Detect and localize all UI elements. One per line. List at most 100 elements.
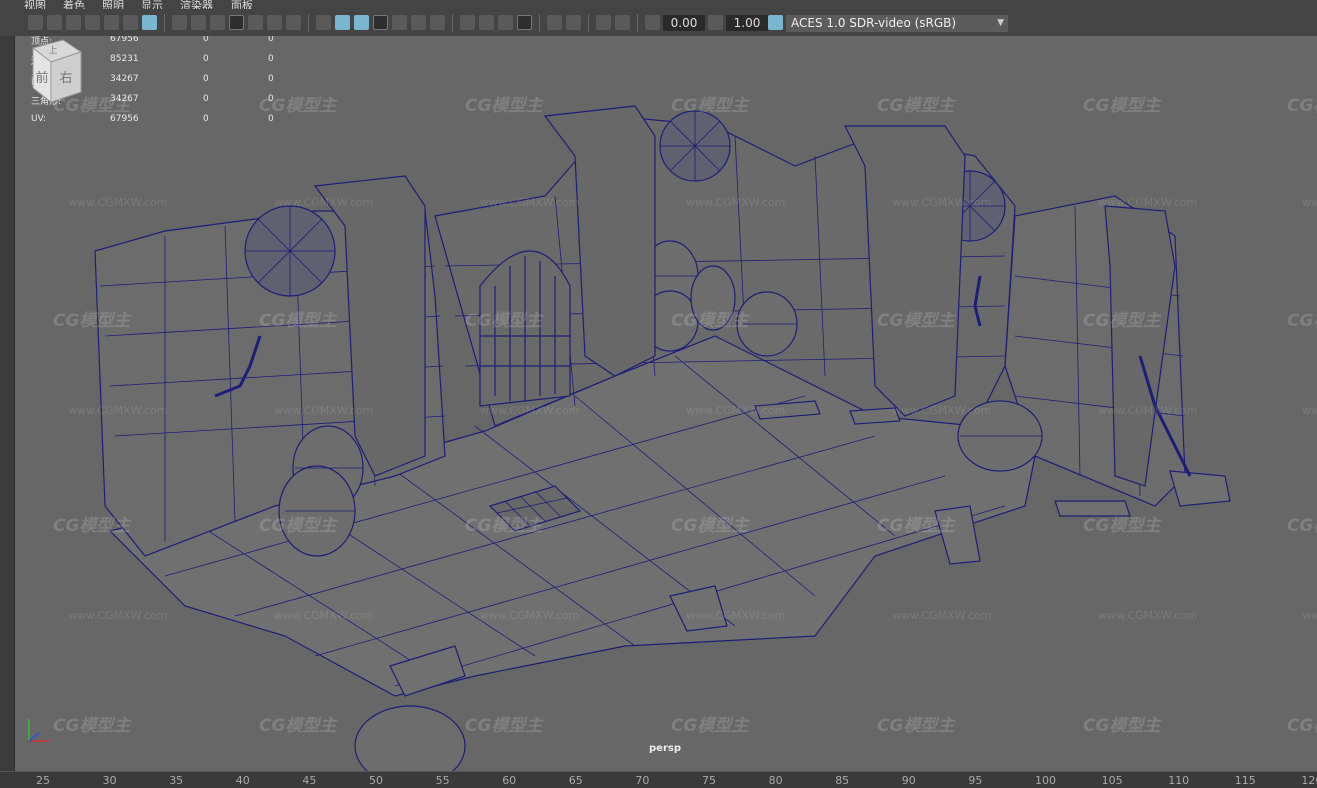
watermark-url: www.CGMXW.com [480, 196, 580, 209]
grid-icon[interactable] [172, 15, 187, 30]
watermark-logo: CG模型主 [1287, 516, 1317, 536]
watermark-url: www.CGMXW.com [892, 196, 992, 209]
watermark-url: www.CGMXW.com [1302, 609, 1317, 622]
safe-action-icon[interactable] [267, 15, 282, 30]
timeline-tick: 65 [568, 774, 583, 787]
film-gate-icon[interactable] [191, 15, 206, 30]
wireframe-icon[interactable] [316, 15, 331, 30]
watermark-logo: CG模型主 [1083, 311, 1161, 331]
watermark-logo: CG模型主 [465, 96, 543, 116]
separator [539, 14, 540, 32]
2d-pan-icon[interactable] [104, 15, 119, 30]
watermark-logo: CG模型主 [465, 516, 543, 536]
timeline-tick: 110 [1168, 774, 1190, 787]
anti-aliasing-icon[interactable] [498, 15, 513, 30]
viewport-toolbar: 0.00 1.00 ACES 1.0 SDR-video (sRGB) ▼ [0, 9, 1317, 37]
menu-panels[interactable]: 面板 [231, 0, 253, 9]
gamma-icon[interactable] [708, 15, 723, 30]
grease-pencil-icon[interactable] [123, 15, 138, 30]
watermark-url: www.CGMXW.com [480, 609, 580, 622]
timeline-tick: 115 [1234, 774, 1256, 787]
menu-show[interactable]: 显示 [141, 0, 163, 9]
menu-lighting[interactable]: 照明 [102, 0, 124, 9]
timeline-tick: 80 [768, 774, 783, 787]
watermark-logo: CG模型主 [877, 716, 955, 736]
menu-view[interactable]: 视图 [24, 0, 46, 9]
dungeon-wireframe-model [94, 105, 1231, 771]
watermark-url: www.CGMXW.com [68, 609, 168, 622]
watermark-logo: CG模型主 [465, 716, 543, 736]
timeline-tick: 75 [702, 774, 716, 787]
lights-icon[interactable] [411, 15, 426, 30]
watermark-logo: CG模型主 [1083, 516, 1161, 536]
exposure-field[interactable]: 0.00 [663, 15, 705, 31]
motion-blur-icon[interactable] [479, 15, 494, 30]
gamma-field[interactable]: 1.00 [726, 15, 768, 31]
use-all-lights-icon[interactable] [392, 15, 407, 30]
watermark-logo: CG模型主 [53, 311, 131, 331]
menu-shading[interactable]: 着色 [63, 0, 85, 9]
bookmark-icon[interactable] [66, 15, 81, 30]
backface-culling-icon[interactable] [615, 15, 630, 30]
smooth-shade-icon[interactable] [335, 15, 350, 30]
watermark-url: www.CGMXW.com [1098, 609, 1198, 622]
separator [308, 14, 309, 32]
watermark-logo: CG模型主 [1287, 96, 1317, 116]
view-cube-front: 前 [35, 70, 48, 86]
hud-row-uvs: UV: 67956 0 0 [31, 114, 274, 124]
timeline-tick: 100 [1035, 774, 1056, 787]
watermark-logo: CG模型主 [877, 96, 955, 116]
separator [588, 14, 589, 32]
resolution-gate-icon[interactable] [210, 15, 225, 30]
watermark-logo: CG模型主 [877, 516, 955, 536]
axis-gizmo [28, 719, 49, 742]
color-management-icon[interactable] [768, 15, 783, 30]
camera-icon[interactable] [28, 15, 43, 30]
time-slider[interactable]: 25 30 35 40 45 50 55 60 65 70 75 80 85 90 95 100 105 110 1… [0, 771, 1317, 788]
watermark-logo: CG模型主 [671, 311, 749, 331]
watermark-url: www.CGMXW.com [1302, 404, 1317, 417]
textured-icon[interactable] [373, 15, 388, 30]
field-chart-icon[interactable] [248, 15, 263, 30]
exposure-icon[interactable] [645, 15, 660, 30]
watermark-url: www.CGMXW.com [274, 404, 374, 417]
left-panel-strip [0, 36, 15, 771]
timeline-tick: 35 [169, 774, 184, 787]
plank [1169, 470, 1231, 507]
view-cube-right: 右 [59, 71, 72, 86]
depth-of-field-icon[interactable] [517, 15, 532, 30]
isolate-icon[interactable] [547, 15, 562, 30]
watermark-logo: CG模型主 [259, 716, 337, 736]
timeline-tick: 25 [36, 774, 50, 787]
xray-joints-icon[interactable] [596, 15, 611, 30]
ambient-occlusion-icon[interactable] [460, 15, 475, 30]
3d-viewport[interactable]: 顶点: 67956 0 0 边: 85231 0 0 面: 34267 0 0 … [15, 36, 1317, 771]
xray-icon[interactable] [566, 15, 581, 30]
timeline-tick: 60 [502, 774, 517, 787]
separator [452, 14, 453, 32]
watermark-logo: CG模型主 [259, 96, 337, 116]
timeline-tick: 45 [302, 774, 317, 787]
camera-label: persp [649, 743, 681, 754]
timeline-tick: 120 [1301, 774, 1317, 787]
chevron-down-icon: ▼ [997, 18, 1004, 28]
gate-mask-icon[interactable] [229, 15, 244, 30]
watermark-logo: CG模型主 [1287, 311, 1317, 331]
safe-title-icon[interactable] [286, 15, 301, 30]
menu-renderer[interactable]: 渲染器 [180, 0, 213, 9]
color-space-dropdown[interactable]: ACES 1.0 SDR-video (sRGB) ▼ [786, 15, 1008, 32]
camera-attributes-icon[interactable] [47, 15, 62, 30]
watermark-url: www.CGMXW.com [686, 404, 786, 417]
watermark-url: www.CGMXW.com [1098, 196, 1198, 209]
brush-icon[interactable] [142, 15, 157, 30]
shadows-icon[interactable] [430, 15, 445, 30]
watermark-logo: CG模型主 [1083, 96, 1161, 116]
menu-bar: 视图 着色 照明 显示 渲染器 面板 [0, 0, 1317, 9]
separator [164, 14, 165, 32]
watermark-url: www.CGMXW.com [892, 404, 992, 417]
watermark-url: www.CGMXW.com [68, 196, 168, 209]
watermark-logo: CG模型主 [671, 516, 749, 536]
wireframe-on-shaded-icon[interactable] [354, 15, 369, 30]
image-plane-icon[interactable] [85, 15, 100, 30]
watermark-url: www.CGMXW.com [892, 609, 992, 622]
